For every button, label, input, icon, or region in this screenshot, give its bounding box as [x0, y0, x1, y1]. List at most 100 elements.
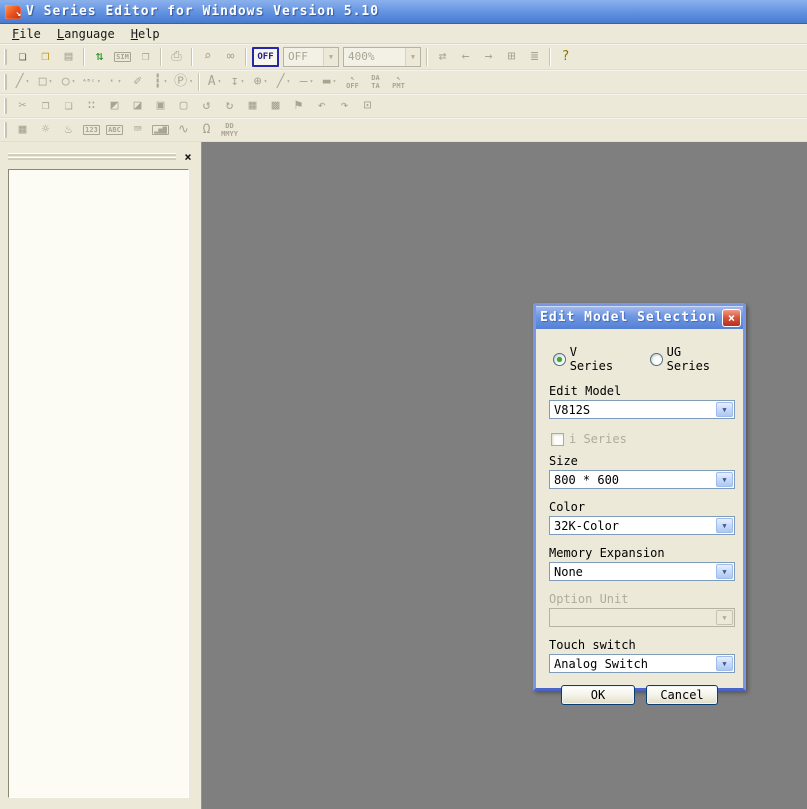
toolbar-draw: ╱▾□▾○▾ᴬᴮᶜ▾·▾✐┇▾Ⓟ▾A▾↧▾⊕▾╱▾—▾▬▾↖ OFFDA TA↖…	[0, 70, 807, 94]
new-screen-button[interactable]: ❏	[11, 46, 34, 68]
screen-list[interactable]	[8, 169, 189, 798]
arrange-grid-icon: ▩	[272, 99, 280, 112]
help-button[interactable]: ?	[554, 46, 577, 68]
paste-icon: ❑	[65, 99, 73, 112]
menu-language-rest: anguage	[64, 27, 115, 41]
marker-tool-icon: ↧	[231, 75, 239, 88]
dropdown-arrow-icon[interactable]: ▼	[716, 518, 733, 533]
pin-button: ⚑	[287, 95, 310, 117]
color-field: Color 32K-Color ▼	[549, 500, 730, 535]
char-display-part-button: ABC	[103, 119, 126, 141]
dropdown-arrow-icon[interactable]: ▼	[716, 402, 733, 417]
print-icon: ⎙	[171, 50, 181, 63]
off-state-button[interactable]: OFF	[252, 47, 279, 67]
dialog-titlebar[interactable]: Edit Model Selection ×	[536, 306, 743, 329]
data-display-part-button: ▦	[11, 119, 34, 141]
rotate-left-button: ↺	[195, 95, 218, 117]
transfer-button[interactable]: ⇅	[88, 46, 111, 68]
menu-file[interactable]: File	[4, 25, 49, 43]
dropdown-caret-icon: ▾	[49, 75, 53, 88]
color-combobox[interactable]: 32K-Color ▼	[549, 516, 735, 535]
i-series-label: i Series	[569, 432, 627, 446]
screen-list-button: ⊞	[500, 46, 523, 68]
option-unit-combobox: ▼	[549, 608, 735, 627]
panel-grip[interactable]	[8, 153, 176, 160]
screen-list-icon: ⊞	[508, 50, 516, 63]
toolbar-grip[interactable]	[4, 122, 7, 138]
zoom-combo: 400%▼	[343, 47, 421, 67]
toolbar-grip[interactable]	[4, 49, 7, 65]
toolbar-grip[interactable]	[4, 98, 7, 114]
touch-switch-combobox[interactable]: Analog Switch ▼	[549, 654, 735, 673]
color-label: Color	[549, 500, 730, 514]
rotate-left-icon: ↺	[203, 99, 211, 112]
num-display-part-button: 123	[80, 119, 103, 141]
ungroup-button: ◪	[126, 95, 149, 117]
text-tool-button: ᴬᴮᶜ▾	[80, 71, 103, 93]
v-series-radio[interactable]: V Series	[553, 345, 626, 373]
dropdown-caret-icon: ▾	[97, 75, 101, 88]
circle-tool-icon: ○	[62, 75, 70, 88]
screen-jump-button: ⇄	[431, 46, 454, 68]
menu-file-rest: ile	[19, 27, 41, 41]
cut-button: ✂	[11, 95, 34, 117]
line-style-icon: ╱	[277, 75, 285, 88]
cancel-button[interactable]: Cancel	[646, 685, 718, 705]
toolbar-sep	[245, 48, 247, 66]
font-style-button: A▾	[203, 71, 226, 93]
dropdown-arrow-icon: ▼	[716, 610, 733, 625]
toolbar-grip[interactable]	[4, 74, 7, 90]
group-button: ◩	[103, 95, 126, 117]
menu-language[interactable]: Language	[49, 25, 123, 43]
dropdown-caret-icon: ▾	[310, 75, 314, 88]
send-back-icon: ▢	[180, 99, 188, 112]
redo-button: ↷	[333, 95, 356, 117]
box-tool-icon: □	[39, 75, 47, 88]
open-file-button[interactable]: ❒	[34, 46, 57, 68]
option-unit-field: Option Unit ▼	[549, 592, 730, 627]
checkbox-icon	[551, 433, 564, 446]
toolbar-sep	[83, 48, 85, 66]
simulator-button: SIM	[111, 46, 134, 68]
connector-part-icon: ∿	[178, 123, 189, 136]
window-title: V Series Editor for Windows Version 5.10	[26, 4, 379, 19]
size-combobox[interactable]: 800 * 600 ▼	[549, 470, 735, 489]
ug-series-radio[interactable]: UG Series	[650, 345, 730, 373]
align-grid-button: ▦	[241, 95, 264, 117]
lamp-part-button: ♨	[57, 119, 80, 141]
zoom-combo-value: 400%	[348, 50, 375, 63]
memory-expansion-combobox[interactable]: None ▼	[549, 562, 735, 581]
data-display-button: DA TA	[364, 71, 387, 93]
edit-model-label: Edit Model	[549, 384, 730, 398]
dropdown-caret-icon: ▾	[189, 75, 193, 88]
app-icon-arrow: ↘	[16, 10, 21, 19]
pmark-tool-button: Ⓟ▾	[172, 71, 195, 93]
num-display-part-icon: 123	[83, 125, 100, 135]
ok-button[interactable]: OK	[561, 685, 635, 705]
toolbar-standard: ❏❒▤⇅SIM❐⎙⌕∞OFFOFF▼400%▼⇄←→⊞≣?	[0, 44, 807, 70]
lamp-part-icon: ♨	[65, 123, 73, 136]
window-titlebar[interactable]: ↘ V Series Editor for Windows Version 5.…	[0, 0, 807, 24]
next-screen-icon: →	[485, 50, 493, 63]
off-display-button: ↖ OFF	[341, 71, 364, 93]
dropdown-arrow-icon[interactable]: ▼	[716, 564, 733, 579]
dropdown-arrow-icon[interactable]: ▼	[716, 472, 733, 487]
dropdown-caret-icon: ▾	[333, 75, 337, 88]
radio-unselected-icon	[650, 353, 663, 366]
menu-help[interactable]: Help	[123, 25, 168, 43]
toolbar-edit: ✂❐❑∷◩◪▣▢↺↻▦▩⚑↶↷⊡	[0, 94, 807, 118]
data-display-icon: DA TA	[371, 74, 379, 90]
panel-close-button[interactable]: ×	[181, 150, 195, 164]
series-radio-group: V Series UG Series	[549, 345, 730, 373]
stamp-tool-button: ⊕▾	[249, 71, 272, 93]
edit-model-combobox[interactable]: V812S ▼	[549, 400, 735, 419]
simulator-icon: SIM	[114, 52, 131, 62]
circle-tool-button: ○▾	[57, 71, 80, 93]
select-mode-button: ⊡	[356, 95, 379, 117]
dropdown-caret-icon: ▾	[287, 75, 291, 88]
dropdown-arrow-icon[interactable]: ▼	[716, 656, 733, 671]
line-width-button: —▾	[295, 71, 318, 93]
menu-help-rest: elp	[138, 27, 160, 41]
select-mode-icon: ⊡	[364, 99, 372, 112]
dialog-close-button[interactable]: ×	[722, 309, 741, 327]
